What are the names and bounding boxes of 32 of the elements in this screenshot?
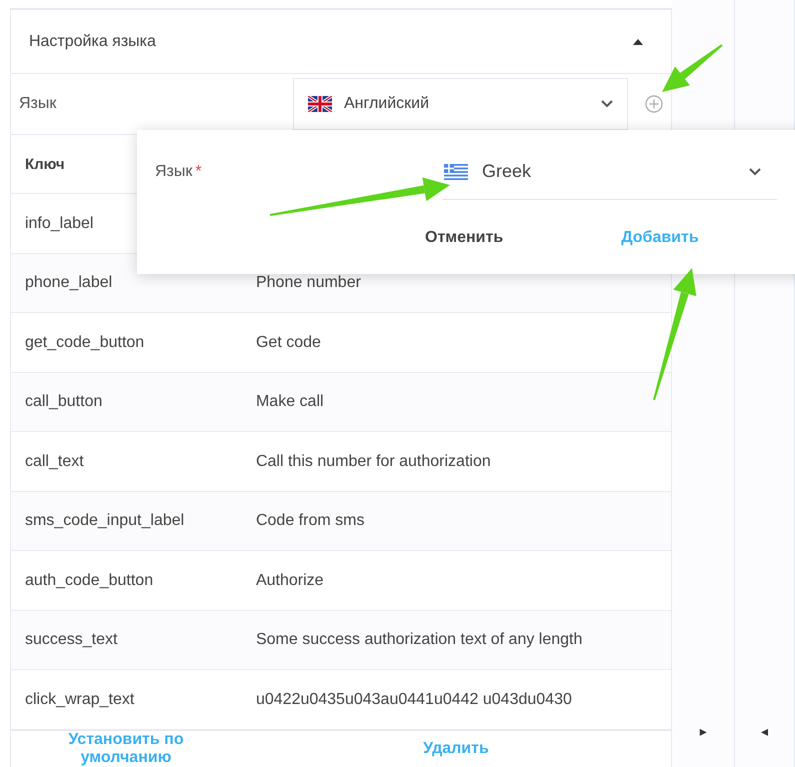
- language-select[interactable]: Английский: [292, 78, 628, 130]
- value-cell: Call this number for authorization: [256, 452, 491, 471]
- key-cell: sms_code_input_label: [24, 512, 184, 530]
- value-cell: u0422u0435u043au0441u0442 u043du0430: [256, 690, 572, 709]
- key-cell: call_button: [24, 393, 102, 412]
- scroll-arrow-button[interactable]: ◂: [761, 725, 768, 739]
- chevron-down-icon: [749, 168, 761, 176]
- key-cell: click_wrap_text: [24, 690, 134, 709]
- value-cell: Make call: [256, 393, 324, 412]
- value-cell: Get code: [256, 334, 321, 352]
- language-label: Язык: [18, 95, 58, 114]
- caret-up-icon[interactable]: [633, 38, 644, 45]
- value-cell: Code from sms: [256, 512, 364, 530]
- key-cell: phone_label: [24, 274, 112, 292]
- key-cell: auth_code_button: [24, 572, 154, 590]
- key-cell: success_text: [24, 631, 118, 650]
- section-title: Настройка языка: [28, 32, 156, 51]
- value-cell: Phone number: [256, 274, 361, 292]
- value-cell: Authorize: [256, 572, 324, 590]
- key-cell: info_label: [24, 214, 94, 233]
- flag-icon: [308, 96, 332, 112]
- value-cell: Some success authorization text of any length: [256, 631, 582, 650]
- popup-language-select[interactable]: Greek: [442, 144, 777, 200]
- annotation-arrow: [662, 44, 723, 92]
- key-cell: call_text: [24, 452, 84, 471]
- cancel-button[interactable]: Отменить: [425, 229, 504, 247]
- flag-icon: [444, 164, 468, 180]
- chevron-down-icon: [600, 100, 613, 108]
- scroll-arrow-button[interactable]: ▸: [700, 725, 707, 739]
- popup-language-label: Язык *: [154, 163, 203, 181]
- key-cell: get_code_button: [24, 334, 144, 352]
- column-header: Ключ: [24, 156, 65, 173]
